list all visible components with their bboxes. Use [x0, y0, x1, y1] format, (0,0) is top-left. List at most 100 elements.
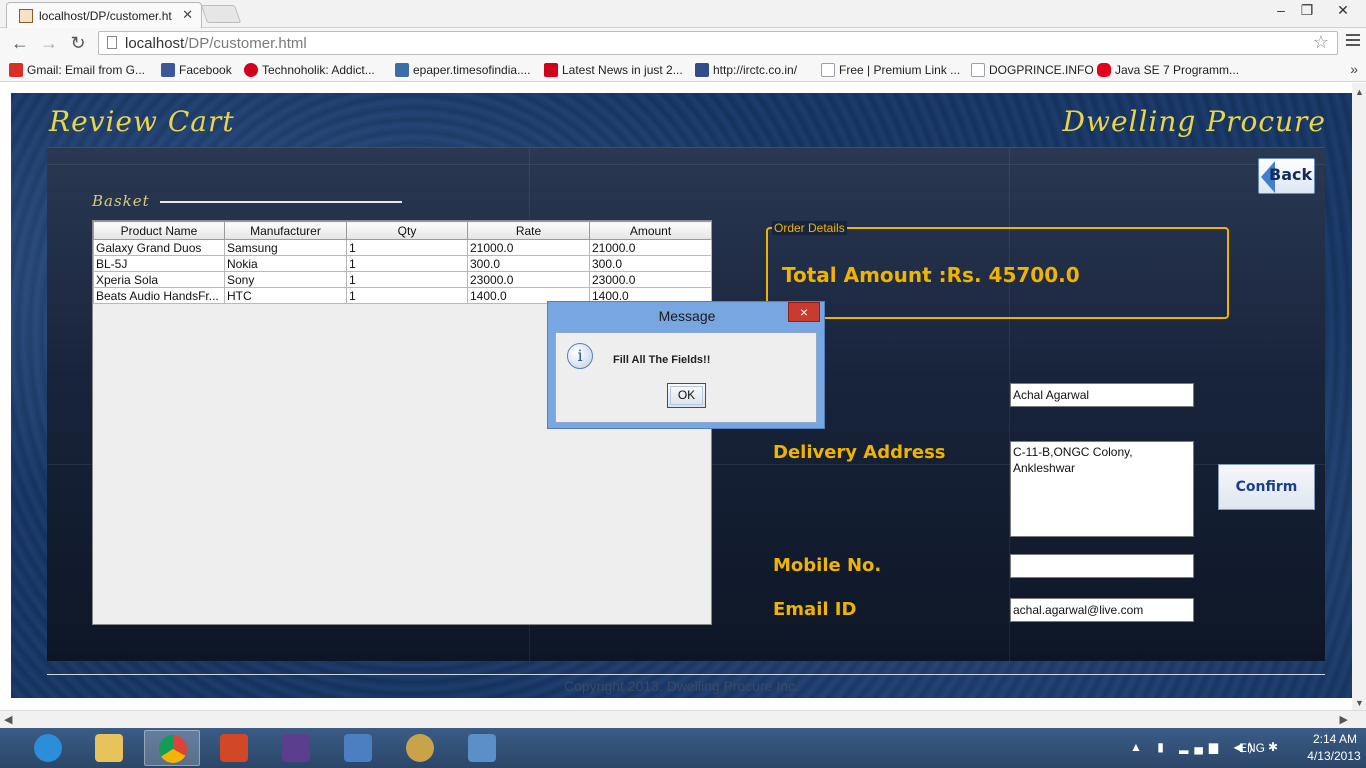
table-row[interactable]: Xperia Sola Sony 1 23000.0 23000.0: [93, 271, 712, 288]
taskbar-photo-viewer[interactable]: [454, 730, 510, 766]
confirm-button[interactable]: Confirm: [1218, 464, 1315, 510]
clock-date[interactable]: 4/13/2013: [1304, 749, 1364, 763]
taskbar-powerpoint[interactable]: [206, 730, 262, 766]
gmail-icon: [9, 63, 23, 77]
java-ee-ide-icon: [282, 734, 310, 762]
table-cell[interactable]: Beats Audio HandsFr...: [93, 287, 225, 304]
language-indicator[interactable]: ENG: [1239, 741, 1265, 755]
taskbar-installer[interactable]: [330, 730, 386, 766]
table-cell[interactable]: Samsung: [224, 239, 347, 256]
taskbar-java-ee-ide[interactable]: [268, 730, 324, 766]
delivery-address-field[interactable]: C-11-B,ONGC Colony, Ankleshwar: [1010, 441, 1194, 537]
column-header[interactable]: Product Name: [93, 221, 225, 240]
email-label: Email ID: [773, 599, 857, 620]
minimize-icon[interactable]: –: [1268, 2, 1294, 18]
table-cell[interactable]: Nokia: [224, 255, 347, 272]
table-cell[interactable]: HTC: [224, 287, 347, 304]
column-header[interactable]: Qty: [346, 221, 468, 240]
table-cell[interactable]: 23000.0: [467, 271, 590, 288]
reload-icon[interactable]: ↻: [67, 32, 89, 54]
ok-button[interactable]: OK: [667, 383, 706, 408]
email-field[interactable]: [1010, 598, 1194, 622]
bookmark-star-icon[interactable]: ☆: [1313, 32, 1329, 53]
brand-name: Dwelling Procure: [1062, 105, 1326, 138]
table-cell[interactable]: 1: [346, 255, 468, 272]
scroll-left-icon[interactable]: ◀: [4, 713, 12, 726]
mobile-field[interactable]: [1010, 554, 1194, 578]
taskbar-internet-explorer[interactable]: [20, 730, 76, 766]
table-header-row: Product Name Manufacturer Qty Rate Amoun…: [93, 221, 712, 240]
photo-viewer-icon: [468, 734, 496, 762]
chrome-menu-icon[interactable]: [1346, 34, 1360, 48]
column-header[interactable]: Rate: [467, 221, 590, 240]
table-cell[interactable]: 300.0: [589, 255, 712, 272]
clock-time[interactable]: 2:14 AM: [1309, 732, 1361, 746]
table-cell[interactable]: BL-5J: [93, 255, 225, 272]
footer-copyright: Copyright 2013. Dwelling Procure Inc.: [563, 678, 799, 694]
basket-label: Basket: [92, 192, 150, 210]
facebook-icon: [161, 63, 175, 77]
info-icon: i: [567, 343, 593, 369]
new-tab-button[interactable]: [200, 5, 242, 23]
table-cell[interactable]: 1: [346, 287, 468, 304]
close-tab-icon[interactable]: ✕: [182, 7, 193, 23]
technoholik-icon: [244, 63, 258, 77]
taskbar-paint[interactable]: [392, 730, 448, 766]
browser-tab[interactable]: localhost/DP/customer.ht ✕: [6, 2, 202, 28]
bookmark-technoholik[interactable]: Technoholik: Addict...: [244, 63, 375, 77]
bookmarks-bar: Gmail: Email from G... Facebook Technoho…: [0, 58, 1366, 82]
table-cell[interactable]: 21000.0: [589, 239, 712, 256]
scroll-up-icon[interactable]: ▲: [1355, 87, 1364, 97]
bookmark-irctc[interactable]: http://irctc.co.in/: [695, 63, 797, 77]
internet-explorer-icon: [34, 734, 62, 762]
bookmarks-overflow-icon[interactable]: »: [1350, 61, 1358, 77]
taskbar-file-explorer[interactable]: [81, 730, 137, 766]
address-bar[interactable]: localhost/DP/customer.html ☆: [98, 31, 1338, 55]
message-dialog: Message × i Fill All The Fields!! OK: [547, 301, 825, 429]
bookmark-gmail[interactable]: Gmail: Email from G...: [9, 63, 145, 77]
close-window-icon[interactable]: ✕: [1330, 2, 1356, 19]
table-cell[interactable]: 21000.0: [467, 239, 590, 256]
back-button[interactable]: Back: [1258, 158, 1315, 194]
scroll-right-icon[interactable]: ▶: [1340, 713, 1348, 726]
taskbar: ▲ ▮ ▂▄▆ ◀) ✱ ENG 2:14 AM 4/13/2013: [0, 728, 1366, 768]
dialog-message: Fill All The Fields!!: [613, 354, 711, 366]
table-cell[interactable]: Galaxy Grand Duos: [93, 239, 225, 256]
dialog-close-button[interactable]: ×: [788, 302, 820, 322]
installer-icon: [344, 734, 372, 762]
bookmark-dogprince[interactable]: DOGPRINCE.INFO: [971, 63, 1094, 77]
file-explorer-icon: [95, 734, 123, 762]
table-cell[interactable]: 300.0: [467, 255, 590, 272]
toi-icon: [544, 63, 558, 77]
bookmark-free-premium[interactable]: Free | Premium Link ...: [821, 63, 960, 77]
window-titlebar: localhost/DP/customer.ht ✕ – ❐ ✕: [0, 0, 1366, 28]
delivery-address-label: Delivery Address: [773, 442, 946, 463]
table-row[interactable]: Galaxy Grand Duos Samsung 1 21000.0 2100…: [93, 239, 712, 256]
column-header[interactable]: Amount: [589, 221, 712, 240]
table-row[interactable]: BL-5J Nokia 1 300.0 300.0: [93, 255, 712, 272]
table-cell[interactable]: 1: [346, 271, 468, 288]
bookmark-toi[interactable]: Latest News in just 2...: [544, 63, 683, 77]
taskbar-chrome[interactable]: [144, 730, 200, 766]
table-cell[interactable]: 23000.0: [589, 271, 712, 288]
back-arrow-icon[interactable]: ←: [9, 32, 31, 54]
horizontal-scrollbar[interactable]: ◀ ▶: [0, 710, 1366, 728]
irctc-icon: [695, 63, 709, 77]
vertical-scrollbar[interactable]: ▲ ▼: [1352, 83, 1366, 710]
table-cell[interactable]: Sony: [224, 271, 347, 288]
table-cell[interactable]: 1: [346, 239, 468, 256]
basket-divider: [160, 201, 402, 203]
bookmark-facebook[interactable]: Facebook: [161, 63, 232, 77]
bookmark-java-se[interactable]: Java SE 7 Programm...: [1097, 63, 1239, 77]
restore-icon[interactable]: ❐: [1294, 2, 1320, 19]
bookmark-epaper[interactable]: epaper.timesofindia....: [395, 63, 530, 77]
order-details-box: Order Details Total Amount :Rs. 45700.0: [766, 221, 1229, 319]
scroll-down-icon[interactable]: ▼: [1355, 698, 1364, 708]
forward-arrow-icon[interactable]: →: [38, 32, 60, 54]
table-cell[interactable]: Xperia Sola: [93, 271, 225, 288]
name-field[interactable]: [1010, 383, 1194, 407]
dialog-title: Message: [658, 308, 716, 324]
footer-divider: [47, 674, 1325, 675]
column-header[interactable]: Manufacturer: [224, 221, 347, 240]
paint-icon: [406, 734, 434, 762]
